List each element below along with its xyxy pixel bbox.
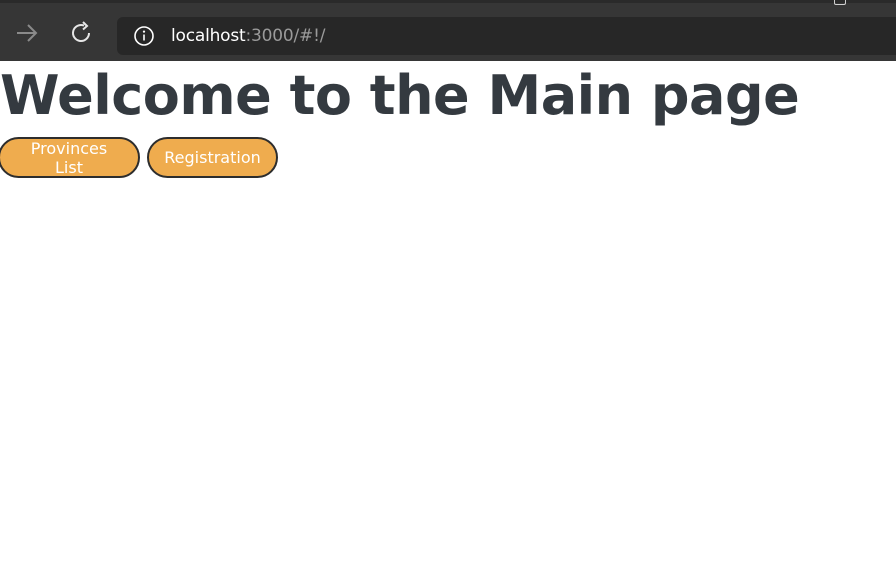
info-icon[interactable] [133,25,155,47]
browser-toolbar: localhost:3000/#!/ [0,0,896,61]
reload-button[interactable] [67,18,97,48]
button-row: Provinces List Registration [0,137,278,178]
tab-action-icon[interactable] [834,0,846,5]
reload-icon [72,21,90,42]
registration-button[interactable]: Registration [147,137,278,178]
arrow-right-icon [17,24,38,42]
forward-button[interactable] [12,18,42,48]
url-text[interactable]: localhost:3000/#!/ [171,26,325,46]
url-host: localhost [171,26,246,46]
address-bar[interactable]: localhost:3000/#!/ [117,17,896,55]
page-title: Welcome to the Main page [0,64,800,127]
url-path: :3000/#!/ [245,26,326,46]
provinces-list-button[interactable]: Provinces List [0,137,140,178]
